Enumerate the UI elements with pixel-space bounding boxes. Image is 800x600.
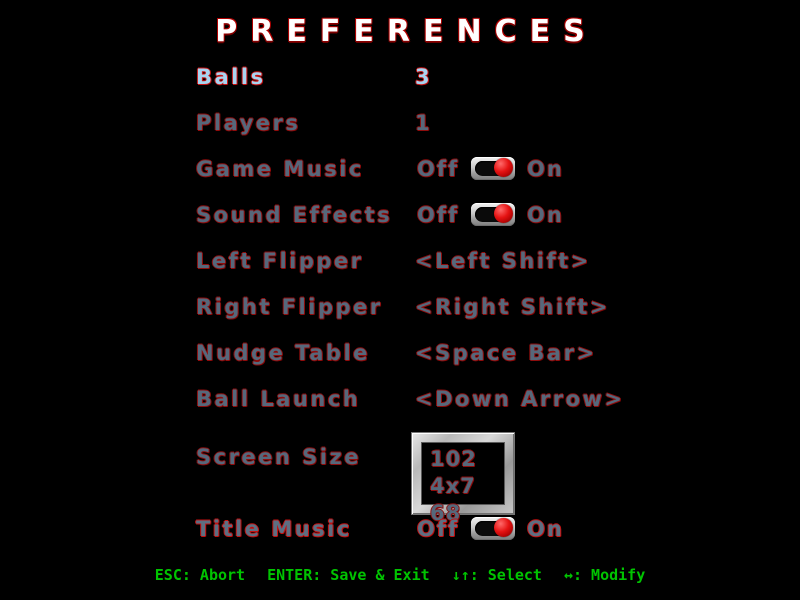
menu-row-balls[interactable]: Balls 3 <box>0 62 800 108</box>
toggle-knob-title-music[interactable] <box>494 518 513 537</box>
menu-row-title-music[interactable]: Title Music Off On <box>0 514 800 560</box>
toggle-off-label-sound-effects: Off <box>417 203 460 227</box>
menu-label-balls: Balls <box>196 65 266 89</box>
preferences-screen: PREFERENCES Balls 3 Players 1 Game Music… <box>0 0 800 600</box>
toggle-off-label-game-music: Off <box>417 157 460 181</box>
preferences-menu: Balls 3 Players 1 Game Music Off On Soun… <box>0 62 800 560</box>
hint-modify[interactable]: ↔: Modify <box>564 566 645 584</box>
menu-label-game-music: Game Music <box>196 157 364 181</box>
menu-label-left-flipper: Left Flipper <box>196 249 364 273</box>
menu-label-right-flipper: Right Flipper <box>196 295 383 319</box>
toggle-knob-sound-effects[interactable] <box>494 204 513 223</box>
toggle-off-label-title-music: Off <box>417 517 460 541</box>
menu-row-ball-launch[interactable]: Ball Launch <Down Arrow> <box>0 384 800 430</box>
toggle-switch-sound-effects[interactable] <box>471 203 515 226</box>
toggle-switch-title-music[interactable] <box>471 517 515 540</box>
menu-label-players: Players <box>196 111 301 135</box>
menu-value-nudge-table[interactable]: <Space Bar> <box>415 338 597 368</box>
menu-label-screen-size: Screen Size <box>196 445 361 469</box>
menu-value-players[interactable]: 1 <box>415 108 432 138</box>
toggle-on-label-game-music: On <box>527 157 564 181</box>
page-title: PREFERENCES <box>215 14 598 49</box>
hint-abort[interactable]: ESC: Abort <box>155 566 245 584</box>
menu-label-sound-effects: Sound Effects <box>196 203 393 227</box>
menu-value-balls[interactable]: 3 <box>415 62 432 92</box>
monitor-screen: 1024x768 <box>421 442 505 525</box>
hint-select[interactable]: ↓↑: Select <box>452 566 542 584</box>
menu-value-left-flipper[interactable]: <Left Shift> <box>415 246 591 276</box>
menu-row-sound-effects[interactable]: Sound Effects Off On <box>0 200 800 246</box>
menu-row-screen-size[interactable]: Screen Size 1024x768 <box>0 430 800 525</box>
menu-row-nudge-table[interactable]: Nudge Table <Space Bar> <box>0 338 800 384</box>
toggle-on-label-title-music: On <box>527 517 564 541</box>
menu-row-right-flipper[interactable]: Right Flipper <Right Shift> <box>0 292 800 338</box>
toggle-on-label-sound-effects: On <box>527 203 564 227</box>
menu-label-nudge-table: Nudge Table <box>196 341 370 365</box>
menu-value-ball-launch[interactable]: <Down Arrow> <box>415 384 625 414</box>
menu-row-game-music[interactable]: Game Music Off On <box>0 154 800 200</box>
toggle-switch-game-music[interactable] <box>471 157 515 180</box>
menu-value-right-flipper[interactable]: <Right Shift> <box>415 292 610 322</box>
hint-save-exit[interactable]: ENTER: Save & Exit <box>267 566 430 584</box>
menu-label-title-music: Title Music <box>196 517 352 541</box>
menu-row-players[interactable]: Players 1 <box>0 108 800 154</box>
menu-label-ball-launch: Ball Launch <box>196 387 361 411</box>
monitor-icon[interactable]: 1024x768 <box>411 432 515 525</box>
status-bar: ESC: Abort ENTER: Save & Exit ↓↑: Select ↔:… <box>0 566 800 584</box>
toggle-knob-game-music[interactable] <box>494 158 513 177</box>
menu-row-left-flipper[interactable]: Left Flipper <Left Shift> <box>0 246 800 292</box>
